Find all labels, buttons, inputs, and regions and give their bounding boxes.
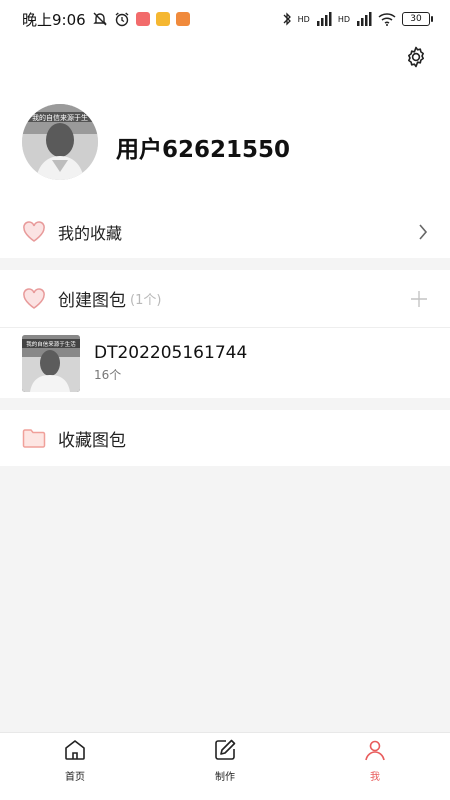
pack-item-count: 16个 bbox=[94, 368, 122, 382]
favorite-packs-label: 收藏图包 bbox=[58, 430, 126, 451]
signal-icon-2 bbox=[356, 12, 372, 26]
create-pack-row[interactable]: 创建图包 (1个) bbox=[0, 270, 450, 328]
nav-create[interactable]: 制作 bbox=[150, 733, 300, 800]
status-bar: 晚上9:06 HD HD 30 bbox=[0, 0, 450, 38]
network-hd-2: HD bbox=[337, 14, 350, 24]
pack-thumbnail: 我的自信来源于生活 bbox=[22, 334, 80, 392]
network-hd-1: HD bbox=[297, 14, 310, 24]
bottom-nav: 首页 制作 我 bbox=[0, 732, 450, 800]
my-favorites-label: 我的收藏 bbox=[58, 224, 123, 243]
chevron-right-icon bbox=[418, 223, 428, 241]
nav-home-label: 首页 bbox=[65, 772, 85, 783]
edit-icon bbox=[213, 738, 237, 762]
notes-app-icon bbox=[155, 12, 170, 26]
nav-home[interactable]: 首页 bbox=[0, 733, 150, 800]
nav-me[interactable]: 我 bbox=[300, 733, 450, 800]
user-icon bbox=[363, 738, 387, 762]
shopping-app-icon bbox=[175, 12, 190, 26]
profile-header: 我的自信来源于生 用户62621550 bbox=[0, 38, 450, 206]
nav-create-label: 制作 bbox=[215, 772, 235, 783]
favorite-packs-row[interactable]: 收藏图包 bbox=[0, 410, 450, 466]
avatar-caption: 我的自信来源于生 bbox=[32, 113, 88, 122]
pack-info: DT202205161744 16个 bbox=[94, 343, 247, 383]
alarm-icon bbox=[114, 11, 130, 27]
my-favorites-row[interactable]: 我的收藏 bbox=[0, 206, 450, 258]
username: 用户62621550 bbox=[116, 137, 291, 163]
pack-thumb-caption: 我的自信来源于生活 bbox=[26, 340, 76, 348]
status-time: 晚上9:06 bbox=[22, 10, 86, 29]
home-icon bbox=[63, 738, 87, 762]
pack-list-item[interactable]: 我的自信来源于生活 DT202205161744 16个 bbox=[0, 328, 450, 398]
settings-button[interactable] bbox=[404, 45, 428, 69]
pack-count-badge: (1个) bbox=[130, 293, 162, 308]
signal-icon bbox=[316, 12, 332, 26]
battery-indicator: 30 bbox=[402, 12, 433, 26]
nav-me-label: 我 bbox=[370, 772, 380, 783]
folder-icon bbox=[22, 428, 46, 448]
avatar[interactable]: 我的自信来源于生 bbox=[22, 104, 98, 180]
bluetooth-icon bbox=[282, 11, 292, 27]
wifi-icon bbox=[378, 12, 396, 26]
heart-icon bbox=[22, 287, 46, 310]
calendar-app-icon bbox=[135, 12, 150, 26]
status-right: HD HD 30 bbox=[282, 11, 433, 27]
plus-icon[interactable] bbox=[410, 290, 428, 308]
gear-icon bbox=[404, 45, 428, 69]
bell-off-icon bbox=[92, 11, 108, 27]
create-pack-label: 创建图包 bbox=[58, 291, 126, 311]
pack-name: DT202205161744 bbox=[94, 343, 248, 363]
avatar-image: 我的自信来源于生 bbox=[22, 104, 98, 180]
heart-icon bbox=[22, 221, 46, 243]
status-left: 晚上9:06 bbox=[22, 9, 190, 30]
